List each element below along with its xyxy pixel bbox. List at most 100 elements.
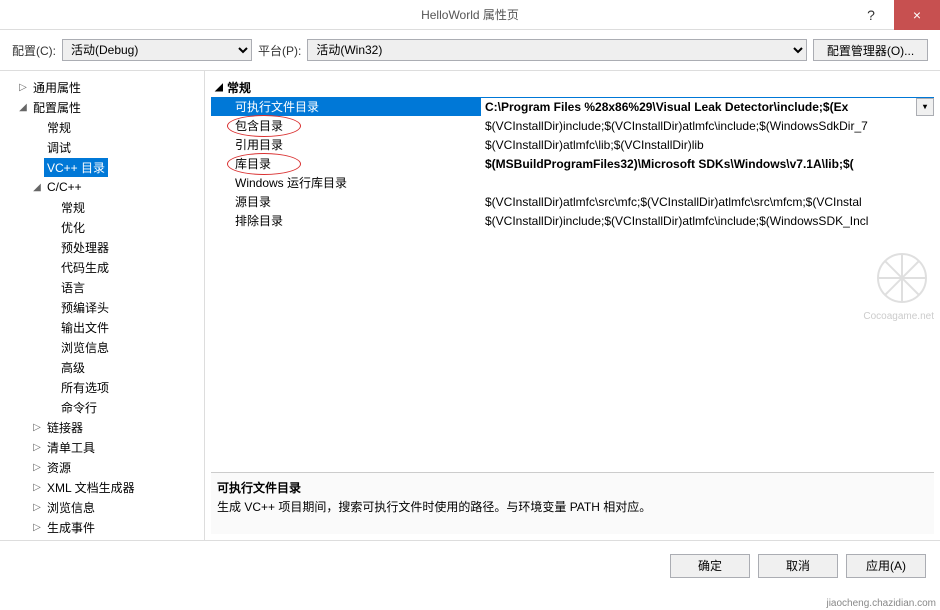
- tree-item[interactable]: ◢C/C++: [4, 177, 200, 197]
- tree-item-label: 预编译头: [58, 298, 112, 317]
- property-value: $(VCInstallDir)atlmfc\src\mfc;$(VCInstal…: [481, 195, 934, 209]
- tree-item[interactable]: ▷XML 文档生成器: [4, 477, 200, 497]
- property-value: $(VCInstallDir)include;$(VCInstallDir)at…: [481, 214, 934, 228]
- property-value: $(MSBuildProgramFiles32)\Microsoft SDKs\…: [481, 157, 934, 171]
- property-row[interactable]: 库目录$(MSBuildProgramFiles32)\Microsoft SD…: [211, 154, 934, 173]
- tree-item[interactable]: 所有选项: [4, 377, 200, 397]
- config-manager-button[interactable]: 配置管理器(O)...: [813, 39, 928, 61]
- tree-item-label: 常规: [44, 118, 74, 137]
- watermark-text: Cocoagame.net: [863, 311, 934, 322]
- expand-icon: ▷: [30, 422, 44, 433]
- property-group-title: 常规: [227, 79, 251, 96]
- tree-item[interactable]: 输出文件: [4, 317, 200, 337]
- property-grid: ◢ 常规 可执行文件目录C:\Program Files %28x86%29\V…: [205, 71, 940, 472]
- property-row[interactable]: 包含目录$(VCInstallDir)include;$(VCInstallDi…: [211, 116, 934, 135]
- tree-item[interactable]: 常规: [4, 197, 200, 217]
- property-row[interactable]: 源目录$(VCInstallDir)atlmfc\src\mfc;$(VCIns…: [211, 192, 934, 211]
- tree-panel: ▷通用属性◢配置属性常规调试VC++ 目录◢C/C++常规优化预处理器代码生成语…: [0, 71, 205, 540]
- tree-item-label: 清单工具: [44, 438, 98, 457]
- property-row[interactable]: 可执行文件目录C:\Program Files %28x86%29\Visual…: [211, 97, 934, 116]
- main-area: ▷通用属性◢配置属性常规调试VC++ 目录◢C/C++常规优化预处理器代码生成语…: [0, 70, 940, 540]
- expand-icon: ▷: [30, 442, 44, 453]
- tree-item-label: C/C++: [44, 179, 85, 195]
- highlight-circle: [227, 115, 301, 137]
- property-name: 源目录: [211, 193, 481, 210]
- tree-item[interactable]: 预处理器: [4, 237, 200, 257]
- tree-item[interactable]: 代码生成: [4, 257, 200, 277]
- footer: 确定 取消 应用(A): [0, 540, 940, 590]
- tree-item-label: 资源: [44, 458, 74, 477]
- apply-button[interactable]: 应用(A): [846, 554, 926, 578]
- tree-item[interactable]: 浏览信息: [4, 337, 200, 357]
- property-row[interactable]: 排除目录$(VCInstallDir)include;$(VCInstallDi…: [211, 211, 934, 230]
- tree-item[interactable]: 优化: [4, 217, 200, 237]
- tree-item[interactable]: 调试: [4, 137, 200, 157]
- property-name: 可执行文件目录: [211, 98, 481, 115]
- expand-icon: ◢: [30, 182, 44, 193]
- description-title: 可执行文件目录: [217, 479, 928, 496]
- property-group-header[interactable]: ◢ 常规: [211, 77, 934, 97]
- tree-item[interactable]: ▷自定义生成步骤: [4, 537, 200, 540]
- right-panel: ◢ 常规 可执行文件目录C:\Program Files %28x86%29\V…: [205, 71, 940, 540]
- property-name: 包含目录: [211, 117, 481, 134]
- property-row[interactable]: Windows 运行库目录: [211, 173, 934, 192]
- tree-item[interactable]: 高级: [4, 357, 200, 377]
- property-value: $(VCInstallDir)include;$(VCInstallDir)at…: [481, 119, 934, 133]
- property-name: 排除目录: [211, 212, 481, 229]
- tree-item-label: 所有选项: [58, 378, 112, 397]
- tree-item[interactable]: 语言: [4, 277, 200, 297]
- platform-select[interactable]: 活动(Win32): [307, 39, 807, 61]
- highlight-circle: [227, 153, 301, 175]
- tree-item[interactable]: ▷资源: [4, 457, 200, 477]
- tree-item[interactable]: ▷清单工具: [4, 437, 200, 457]
- platform-label: 平台(P):: [258, 42, 301, 59]
- tree-item-label: 常规: [58, 198, 88, 217]
- tree-item[interactable]: 预编译头: [4, 297, 200, 317]
- titlebar: HelloWorld 属性页 ? ×: [0, 0, 940, 30]
- property-name: 库目录: [211, 155, 481, 172]
- property-value: $(VCInstallDir)atlmfc\lib;$(VCInstallDir…: [481, 138, 934, 152]
- watermark-bottom: jiaocheng.chazidian.com: [826, 598, 936, 609]
- close-button[interactable]: ×: [894, 0, 940, 30]
- tree-item-label: 高级: [58, 358, 88, 377]
- cancel-button[interactable]: 取消: [758, 554, 838, 578]
- tree-item-label: 命令行: [58, 398, 100, 417]
- property-value[interactable]: C:\Program Files %28x86%29\Visual Leak D…: [481, 98, 934, 116]
- expand-icon: ▷: [30, 482, 44, 493]
- collapse-icon: ◢: [211, 82, 227, 93]
- tree-item-label: 链接器: [44, 418, 86, 437]
- tree-item-label: 自定义生成步骤: [44, 538, 134, 541]
- tree-item-label: 调试: [44, 138, 74, 157]
- tree-item[interactable]: ▷链接器: [4, 417, 200, 437]
- description-panel: 可执行文件目录 生成 VC++ 项目期间，搜索可执行文件时使用的路径。与环境变量…: [211, 472, 934, 534]
- watermark-icon: [876, 252, 928, 304]
- tree-item[interactable]: 常规: [4, 117, 200, 137]
- expand-icon: ▷: [16, 82, 30, 93]
- tree-item[interactable]: ▷通用属性: [4, 77, 200, 97]
- help-button[interactable]: ?: [848, 0, 894, 30]
- tree-item-label: 浏览信息: [44, 498, 98, 517]
- dropdown-icon[interactable]: ▾: [916, 98, 934, 116]
- tree-item-label: 通用属性: [30, 78, 84, 97]
- ok-button[interactable]: 确定: [670, 554, 750, 578]
- property-row[interactable]: 引用目录$(VCInstallDir)atlmfc\lib;$(VCInstal…: [211, 135, 934, 154]
- config-label: 配置(C):: [12, 42, 56, 59]
- window-controls: ? ×: [848, 0, 940, 30]
- tree-item-label: XML 文档生成器: [44, 478, 138, 497]
- tree-item[interactable]: ▷生成事件: [4, 517, 200, 537]
- tree-item-label: 配置属性: [30, 98, 84, 117]
- tree-item-label: 生成事件: [44, 518, 98, 537]
- tree-item[interactable]: 命令行: [4, 397, 200, 417]
- tree-item-label: 浏览信息: [58, 338, 112, 357]
- tree-item[interactable]: ▷浏览信息: [4, 497, 200, 517]
- tree-item[interactable]: ◢配置属性: [4, 97, 200, 117]
- tree-item-label: 代码生成: [58, 258, 112, 277]
- tree-item-label: 预处理器: [58, 238, 112, 257]
- property-name: 引用目录: [211, 136, 481, 153]
- window-title: HelloWorld 属性页: [421, 6, 519, 23]
- tree-item-label: 输出文件: [58, 318, 112, 337]
- config-select[interactable]: 活动(Debug): [62, 39, 252, 61]
- expand-icon: ◢: [16, 102, 30, 113]
- expand-icon: ▷: [30, 522, 44, 533]
- tree-item[interactable]: VC++ 目录: [4, 157, 200, 177]
